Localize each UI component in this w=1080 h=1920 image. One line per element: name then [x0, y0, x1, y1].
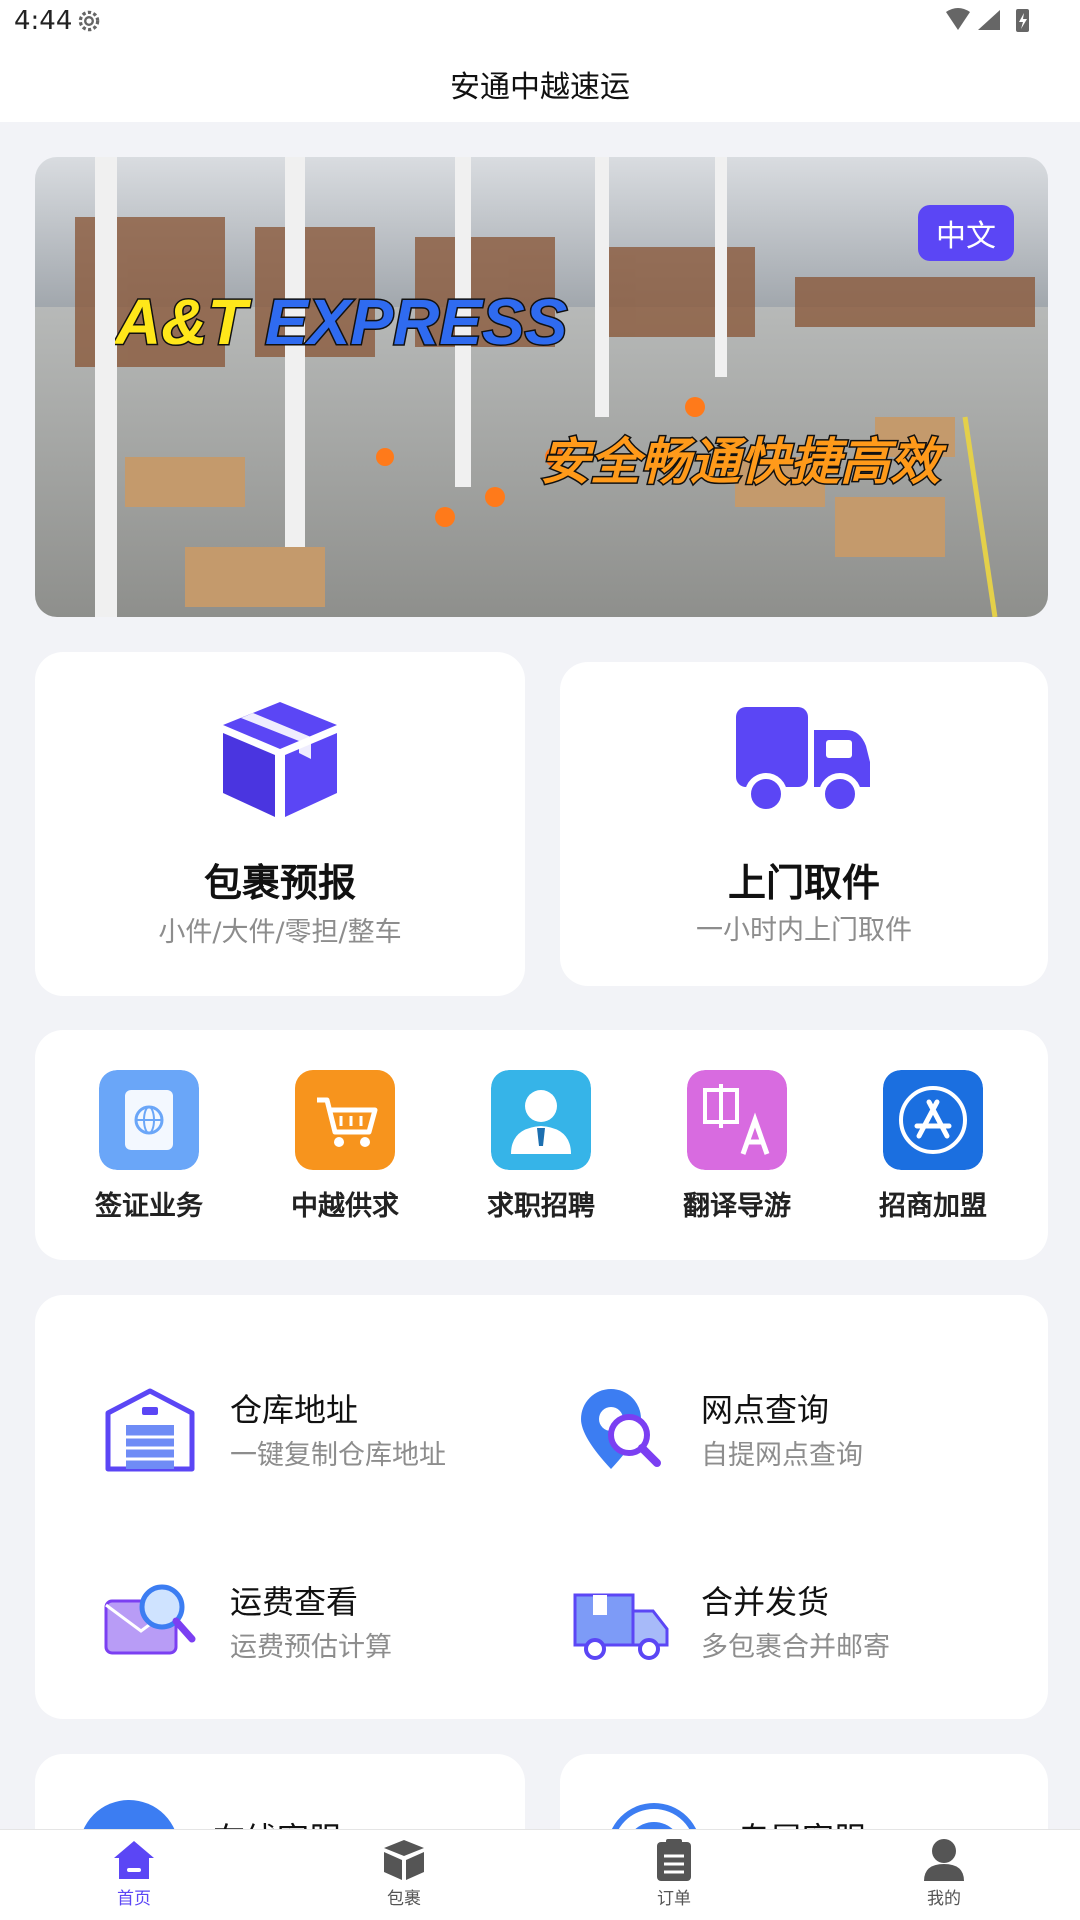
tab-label: 我的 — [927, 1889, 961, 1909]
warehouse-icon — [105, 1388, 195, 1472]
card-subtitle: 小件/大件/零担/整车 — [158, 917, 402, 948]
service-title: 网点查询 — [701, 1391, 830, 1429]
tab-label: 包裹 — [387, 1889, 421, 1909]
passport-icon — [99, 1070, 199, 1170]
system-status-icons — [946, 8, 1029, 32]
quick-link-label: 签证业务 — [95, 1191, 203, 1222]
language-switch-button[interactable]: 中文 — [918, 205, 1014, 261]
services-panel: 仓库地址 一键复制仓库地址 网点查询 自提网点查询 运费查看 运费预估计算 合并… — [35, 1295, 1048, 1719]
quick-link-recruitment[interactable]: 求职招聘 — [456, 1070, 626, 1223]
service-title: 合并发货 — [701, 1583, 830, 1621]
app-bar: 安通中越速运 — [0, 44, 1080, 122]
package-icon — [223, 702, 337, 817]
quick-link-franchise[interactable]: 招商加盟 — [848, 1070, 1018, 1223]
location-search-icon — [581, 1389, 661, 1469]
page-title: 安通中越速运 — [450, 70, 630, 105]
truck-icon — [736, 707, 870, 815]
parcel-forecast-card[interactable]: 包裹预报 小件/大件/零担/整车 — [35, 652, 525, 996]
app-store-icon — [883, 1070, 983, 1170]
wifi-icon — [946, 8, 970, 30]
quick-link-label: 翻译导游 — [683, 1191, 791, 1222]
service-title: 运费查看 — [230, 1583, 359, 1621]
tab-label: 订单 — [657, 1889, 691, 1909]
svg-text:A&T: A&T — [115, 286, 251, 357]
card-subtitle: 一小时内上门取件 — [696, 915, 912, 946]
cart-icon — [295, 1070, 395, 1170]
tab-orders[interactable]: 订单 — [614, 1838, 734, 1909]
box-icon — [384, 1840, 424, 1880]
quick-links-panel: 签证业务 中越供求 求职招聘 翻译导游 招商加盟 — [35, 1030, 1048, 1260]
user-icon — [924, 1839, 964, 1881]
quick-link-label: 中越供求 — [291, 1191, 399, 1222]
recruiter-icon — [491, 1070, 591, 1170]
quick-link-label: 求职招聘 — [487, 1191, 595, 1222]
quick-link-translation[interactable]: 翻译导游 — [652, 1070, 822, 1223]
svg-text:安全畅通快捷高效: 安全畅通快捷高效 — [540, 433, 947, 491]
card-title: 包裹预报 — [203, 861, 356, 905]
quick-link-visa[interactable]: 签证业务 — [64, 1070, 234, 1223]
service-freight-check[interactable]: 运费查看 运费预估计算 — [100, 1567, 560, 1677]
service-title: 仓库地址 — [230, 1391, 359, 1429]
card-title: 上门取件 — [727, 861, 880, 905]
settings-gear-icon — [78, 10, 100, 32]
signal-icon — [978, 10, 1000, 30]
service-subtitle: 多包裹合并邮寄 — [701, 1632, 890, 1663]
tab-parcels[interactable]: 包裹 — [344, 1838, 464, 1909]
service-merge-shipment[interactable]: 合并发货 多包裹合并邮寄 — [571, 1567, 1031, 1677]
quick-link-label: 招商加盟 — [879, 1191, 987, 1222]
service-subtitle: 一键复制仓库地址 — [230, 1440, 446, 1471]
translate-icon — [687, 1070, 787, 1170]
tab-home[interactable]: 首页 — [74, 1838, 194, 1909]
warehouse-photo — [35, 157, 1048, 617]
tab-label: 首页 — [117, 1889, 151, 1909]
brand-logo: A&T EXPRESS — [115, 285, 569, 358]
status-time: 4:44 — [14, 6, 73, 36]
delivery-truck-icon — [573, 1593, 669, 1660]
quick-link-supply-demand[interactable]: 中越供求 — [260, 1070, 430, 1223]
svg-text:EXPRESS: EXPRESS — [265, 286, 568, 357]
door-pickup-card[interactable]: 上门取件 一小时内上门取件 — [560, 662, 1048, 986]
banner-slogan: 安全畅通快捷高效 — [540, 432, 948, 493]
tab-profile[interactable]: 我的 — [884, 1838, 1004, 1909]
mail-search-icon — [104, 1584, 196, 1655]
service-warehouse-address[interactable]: 仓库地址 一键复制仓库地址 — [100, 1375, 560, 1485]
status-bar: 4:44 — [0, 0, 1080, 44]
service-subtitle: 运费预估计算 — [230, 1632, 392, 1663]
home-icon — [114, 1841, 154, 1879]
service-outlet-search[interactable]: 网点查询 自提网点查询 — [571, 1375, 1031, 1485]
bottom-tab-bar: 首页 包裹 订单 我的 — [0, 1829, 1080, 1920]
promo-banner[interactable]: A&T EXPRESS 安全畅通快捷高效 中文 — [35, 157, 1048, 617]
service-subtitle: 自提网点查询 — [701, 1440, 863, 1471]
clipboard-icon — [657, 1839, 691, 1881]
